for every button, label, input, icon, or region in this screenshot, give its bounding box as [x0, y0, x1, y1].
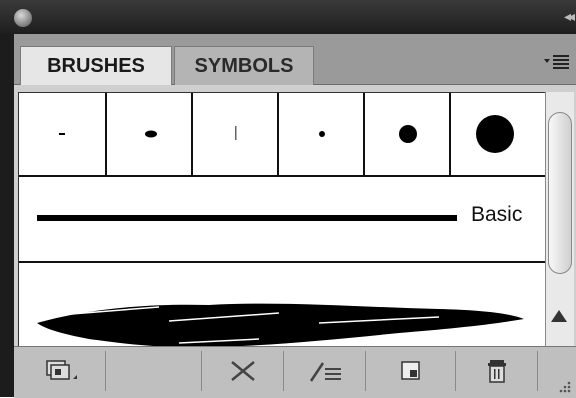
- panel-menu-icon[interactable]: [544, 54, 570, 70]
- brush-options-button[interactable]: [284, 351, 366, 391]
- collapse-panel-icon[interactable]: ◂◂: [564, 8, 575, 25]
- new-brush-button[interactable]: [366, 351, 456, 391]
- basic-brush-row[interactable]: Basic: [19, 177, 545, 263]
- panel-title-bar[interactable]: ◂◂: [0, 0, 576, 34]
- scroll-thumb[interactable]: [548, 112, 572, 274]
- calligraphic-brush-row: [19, 93, 545, 177]
- brush-swatch[interactable]: [279, 93, 365, 175]
- brush-options-icon: [309, 362, 341, 382]
- basic-stroke-preview: [37, 215, 457, 221]
- resize-grip-icon[interactable]: [554, 376, 572, 394]
- brush-list: Basic: [18, 92, 546, 383]
- remove-brush-stroke-button[interactable]: [202, 351, 284, 391]
- tab-brushes[interactable]: BRUSHES: [20, 46, 172, 85]
- brush-name-label: Basic: [471, 203, 523, 226]
- panel-toolbar: [14, 346, 576, 398]
- brush-list-scrollbar[interactable]: [545, 92, 574, 381]
- brush-swatch[interactable]: [19, 93, 107, 175]
- remove-brush-stroke-icon: [230, 361, 255, 381]
- toolbar-spacer: [106, 351, 202, 391]
- brush-swatch[interactable]: [107, 93, 193, 175]
- tab-symbols[interactable]: SYMBOLS: [174, 46, 314, 85]
- delete-brush-button[interactable]: [456, 351, 538, 391]
- brushes-panel: ◂◂ BRUSHES SYMBOLS Basic: [0, 0, 576, 398]
- brush-swatch[interactable]: [451, 93, 545, 175]
- brush-swatch[interactable]: [193, 93, 279, 175]
- brush-swatch[interactable]: [365, 93, 451, 175]
- close-icon[interactable]: [14, 9, 32, 27]
- new-brush-icon: [400, 361, 420, 380]
- delete-brush-icon: [487, 360, 506, 383]
- brush-libraries-menu-button[interactable]: [18, 351, 106, 391]
- panel-body: BRUSHES SYMBOLS Basic: [14, 34, 576, 398]
- tab-bar: BRUSHES SYMBOLS: [14, 34, 576, 85]
- brush-libraries-menu-icon: [45, 360, 77, 380]
- scroll-up-icon[interactable]: [551, 310, 567, 322]
